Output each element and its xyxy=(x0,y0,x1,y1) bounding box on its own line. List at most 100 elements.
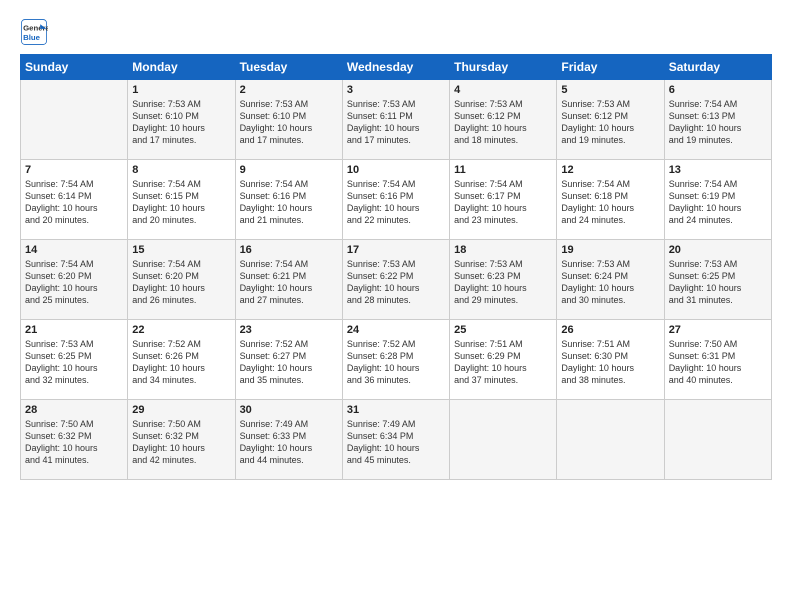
logo: General Blue xyxy=(20,18,52,46)
day-number: 3 xyxy=(347,84,445,96)
day-info: Sunrise: 7:53 AM Sunset: 6:12 PM Dayligh… xyxy=(561,98,659,147)
calendar-cell: 14 Sunrise: 7:54 AM Sunset: 6:20 PM Dayli… xyxy=(21,240,128,320)
day-number: 24 xyxy=(347,324,445,336)
day-info: Sunrise: 7:50 AM Sunset: 6:31 PM Dayligh… xyxy=(669,338,767,387)
calendar-cell: 9 Sunrise: 7:54 AM Sunset: 6:16 PM Daylig… xyxy=(235,160,342,240)
calendar-cell: 23 Sunrise: 7:52 AM Sunset: 6:27 PM Dayli… xyxy=(235,320,342,400)
calendar-cell: 27 Sunrise: 7:50 AM Sunset: 6:31 PM Dayli… xyxy=(664,320,771,400)
weekday-header: Friday xyxy=(557,55,664,80)
day-info: Sunrise: 7:54 AM Sunset: 6:21 PM Dayligh… xyxy=(240,258,338,307)
day-number: 14 xyxy=(25,244,123,256)
day-number: 9 xyxy=(240,164,338,176)
calendar-cell xyxy=(664,400,771,480)
calendar-cell: 12 Sunrise: 7:54 AM Sunset: 6:18 PM Dayli… xyxy=(557,160,664,240)
day-info: Sunrise: 7:54 AM Sunset: 6:20 PM Dayligh… xyxy=(132,258,230,307)
logo-icon: General Blue xyxy=(20,18,48,46)
calendar-cell: 24 Sunrise: 7:52 AM Sunset: 6:28 PM Dayli… xyxy=(342,320,449,400)
day-number: 27 xyxy=(669,324,767,336)
calendar-cell: 20Sunrise: 7:53 AM Sunset: 6:25 PM Dayli… xyxy=(664,240,771,320)
calendar-header: SundayMondayTuesdayWednesdayThursdayFrid… xyxy=(21,55,772,80)
day-info: Sunrise: 7:54 AM Sunset: 6:13 PM Dayligh… xyxy=(669,98,767,147)
header-row: SundayMondayTuesdayWednesdayThursdayFrid… xyxy=(21,55,772,80)
day-info: Sunrise: 7:54 AM Sunset: 6:18 PM Dayligh… xyxy=(561,178,659,227)
day-number: 31 xyxy=(347,404,445,416)
calendar-cell: 16 Sunrise: 7:54 AM Sunset: 6:21 PM Dayli… xyxy=(235,240,342,320)
day-number: 7 xyxy=(25,164,123,176)
day-info: Sunrise: 7:54 AM Sunset: 6:19 PM Dayligh… xyxy=(669,178,767,227)
day-info: Sunrise: 7:54 AM Sunset: 6:16 PM Dayligh… xyxy=(240,178,338,227)
day-number: 17 xyxy=(347,244,445,256)
calendar-cell xyxy=(21,80,128,160)
day-info: Sunrise: 7:49 AM Sunset: 6:33 PM Dayligh… xyxy=(240,418,338,467)
day-number: 10 xyxy=(347,164,445,176)
weekday-header: Tuesday xyxy=(235,55,342,80)
calendar-cell: 15 Sunrise: 7:54 AM Sunset: 6:20 PM Dayli… xyxy=(128,240,235,320)
calendar-cell: 21 Sunrise: 7:53 AM Sunset: 6:25 PM Dayli… xyxy=(21,320,128,400)
calendar-cell: 10 Sunrise: 7:54 AM Sunset: 6:16 PM Dayli… xyxy=(342,160,449,240)
day-info: Sunrise: 7:52 AM Sunset: 6:28 PM Dayligh… xyxy=(347,338,445,387)
day-number: 1 xyxy=(132,84,230,96)
calendar-cell: 11Sunrise: 7:54 AM Sunset: 6:17 PM Dayli… xyxy=(450,160,557,240)
day-info: Sunrise: 7:54 AM Sunset: 6:15 PM Dayligh… xyxy=(132,178,230,227)
day-info: Sunrise: 7:53 AM Sunset: 6:24 PM Dayligh… xyxy=(561,258,659,307)
day-number: 6 xyxy=(669,84,767,96)
calendar-cell: 13 Sunrise: 7:54 AM Sunset: 6:19 PM Dayli… xyxy=(664,160,771,240)
day-info: Sunrise: 7:54 AM Sunset: 6:20 PM Dayligh… xyxy=(25,258,123,307)
day-info: Sunrise: 7:53 AM Sunset: 6:10 PM Dayligh… xyxy=(132,98,230,147)
day-info: Sunrise: 7:50 AM Sunset: 6:32 PM Dayligh… xyxy=(132,418,230,467)
day-number: 16 xyxy=(240,244,338,256)
day-info: Sunrise: 7:53 AM Sunset: 6:23 PM Dayligh… xyxy=(454,258,552,307)
day-info: Sunrise: 7:53 AM Sunset: 6:11 PM Dayligh… xyxy=(347,98,445,147)
calendar-week-row: 1 Sunrise: 7:53 AM Sunset: 6:10 PM Daylig… xyxy=(21,80,772,160)
calendar-cell: 5 Sunrise: 7:53 AM Sunset: 6:12 PM Daylig… xyxy=(557,80,664,160)
calendar-week-row: 21 Sunrise: 7:53 AM Sunset: 6:25 PM Dayli… xyxy=(21,320,772,400)
day-number: 21 xyxy=(25,324,123,336)
day-number: 26 xyxy=(561,324,659,336)
day-info: Sunrise: 7:53 AM Sunset: 6:12 PM Dayligh… xyxy=(454,98,552,147)
calendar-cell: 3 Sunrise: 7:53 AM Sunset: 6:11 PM Daylig… xyxy=(342,80,449,160)
day-number: 30 xyxy=(240,404,338,416)
calendar-body: 1 Sunrise: 7:53 AM Sunset: 6:10 PM Daylig… xyxy=(21,80,772,480)
day-number: 20 xyxy=(669,244,767,256)
day-info: Sunrise: 7:54 AM Sunset: 6:16 PM Dayligh… xyxy=(347,178,445,227)
calendar-week-row: 28Sunrise: 7:50 AM Sunset: 6:32 PM Dayli… xyxy=(21,400,772,480)
weekday-header: Saturday xyxy=(664,55,771,80)
weekday-header: Monday xyxy=(128,55,235,80)
day-info: Sunrise: 7:53 AM Sunset: 6:10 PM Dayligh… xyxy=(240,98,338,147)
weekday-header: Thursday xyxy=(450,55,557,80)
weekday-header: Sunday xyxy=(21,55,128,80)
day-number: 22 xyxy=(132,324,230,336)
calendar-cell: 7 Sunrise: 7:54 AM Sunset: 6:14 PM Daylig… xyxy=(21,160,128,240)
day-number: 18 xyxy=(454,244,552,256)
day-number: 13 xyxy=(669,164,767,176)
calendar-cell: 19 Sunrise: 7:53 AM Sunset: 6:24 PM Dayli… xyxy=(557,240,664,320)
day-info: Sunrise: 7:52 AM Sunset: 6:27 PM Dayligh… xyxy=(240,338,338,387)
calendar-cell xyxy=(557,400,664,480)
day-info: Sunrise: 7:53 AM Sunset: 6:22 PM Dayligh… xyxy=(347,258,445,307)
calendar-cell: 18 Sunrise: 7:53 AM Sunset: 6:23 PM Dayli… xyxy=(450,240,557,320)
day-number: 15 xyxy=(132,244,230,256)
calendar-cell: 28Sunrise: 7:50 AM Sunset: 6:32 PM Dayli… xyxy=(21,400,128,480)
calendar-cell: 31Sunrise: 7:49 AM Sunset: 6:34 PM Dayli… xyxy=(342,400,449,480)
day-info: Sunrise: 7:51 AM Sunset: 6:29 PM Dayligh… xyxy=(454,338,552,387)
day-number: 12 xyxy=(561,164,659,176)
calendar-cell: 8 Sunrise: 7:54 AM Sunset: 6:15 PM Daylig… xyxy=(128,160,235,240)
day-number: 8 xyxy=(132,164,230,176)
calendar-cell: 1 Sunrise: 7:53 AM Sunset: 6:10 PM Daylig… xyxy=(128,80,235,160)
day-info: Sunrise: 7:50 AM Sunset: 6:32 PM Dayligh… xyxy=(25,418,123,467)
weekday-header: Wednesday xyxy=(342,55,449,80)
calendar-cell xyxy=(450,400,557,480)
calendar-week-row: 14 Sunrise: 7:54 AM Sunset: 6:20 PM Dayli… xyxy=(21,240,772,320)
svg-text:Blue: Blue xyxy=(23,33,41,42)
day-info: Sunrise: 7:53 AM Sunset: 6:25 PM Dayligh… xyxy=(25,338,123,387)
day-number: 23 xyxy=(240,324,338,336)
day-number: 5 xyxy=(561,84,659,96)
calendar-cell: 4Sunrise: 7:53 AM Sunset: 6:12 PM Daylig… xyxy=(450,80,557,160)
day-info: Sunrise: 7:51 AM Sunset: 6:30 PM Dayligh… xyxy=(561,338,659,387)
day-number: 29 xyxy=(132,404,230,416)
calendar-table: SundayMondayTuesdayWednesdayThursdayFrid… xyxy=(20,54,772,480)
calendar-cell: 29 Sunrise: 7:50 AM Sunset: 6:32 PM Dayli… xyxy=(128,400,235,480)
day-info: Sunrise: 7:54 AM Sunset: 6:14 PM Dayligh… xyxy=(25,178,123,227)
day-number: 19 xyxy=(561,244,659,256)
page: General Blue SundayMondayTuesdayWednesda… xyxy=(0,0,792,612)
